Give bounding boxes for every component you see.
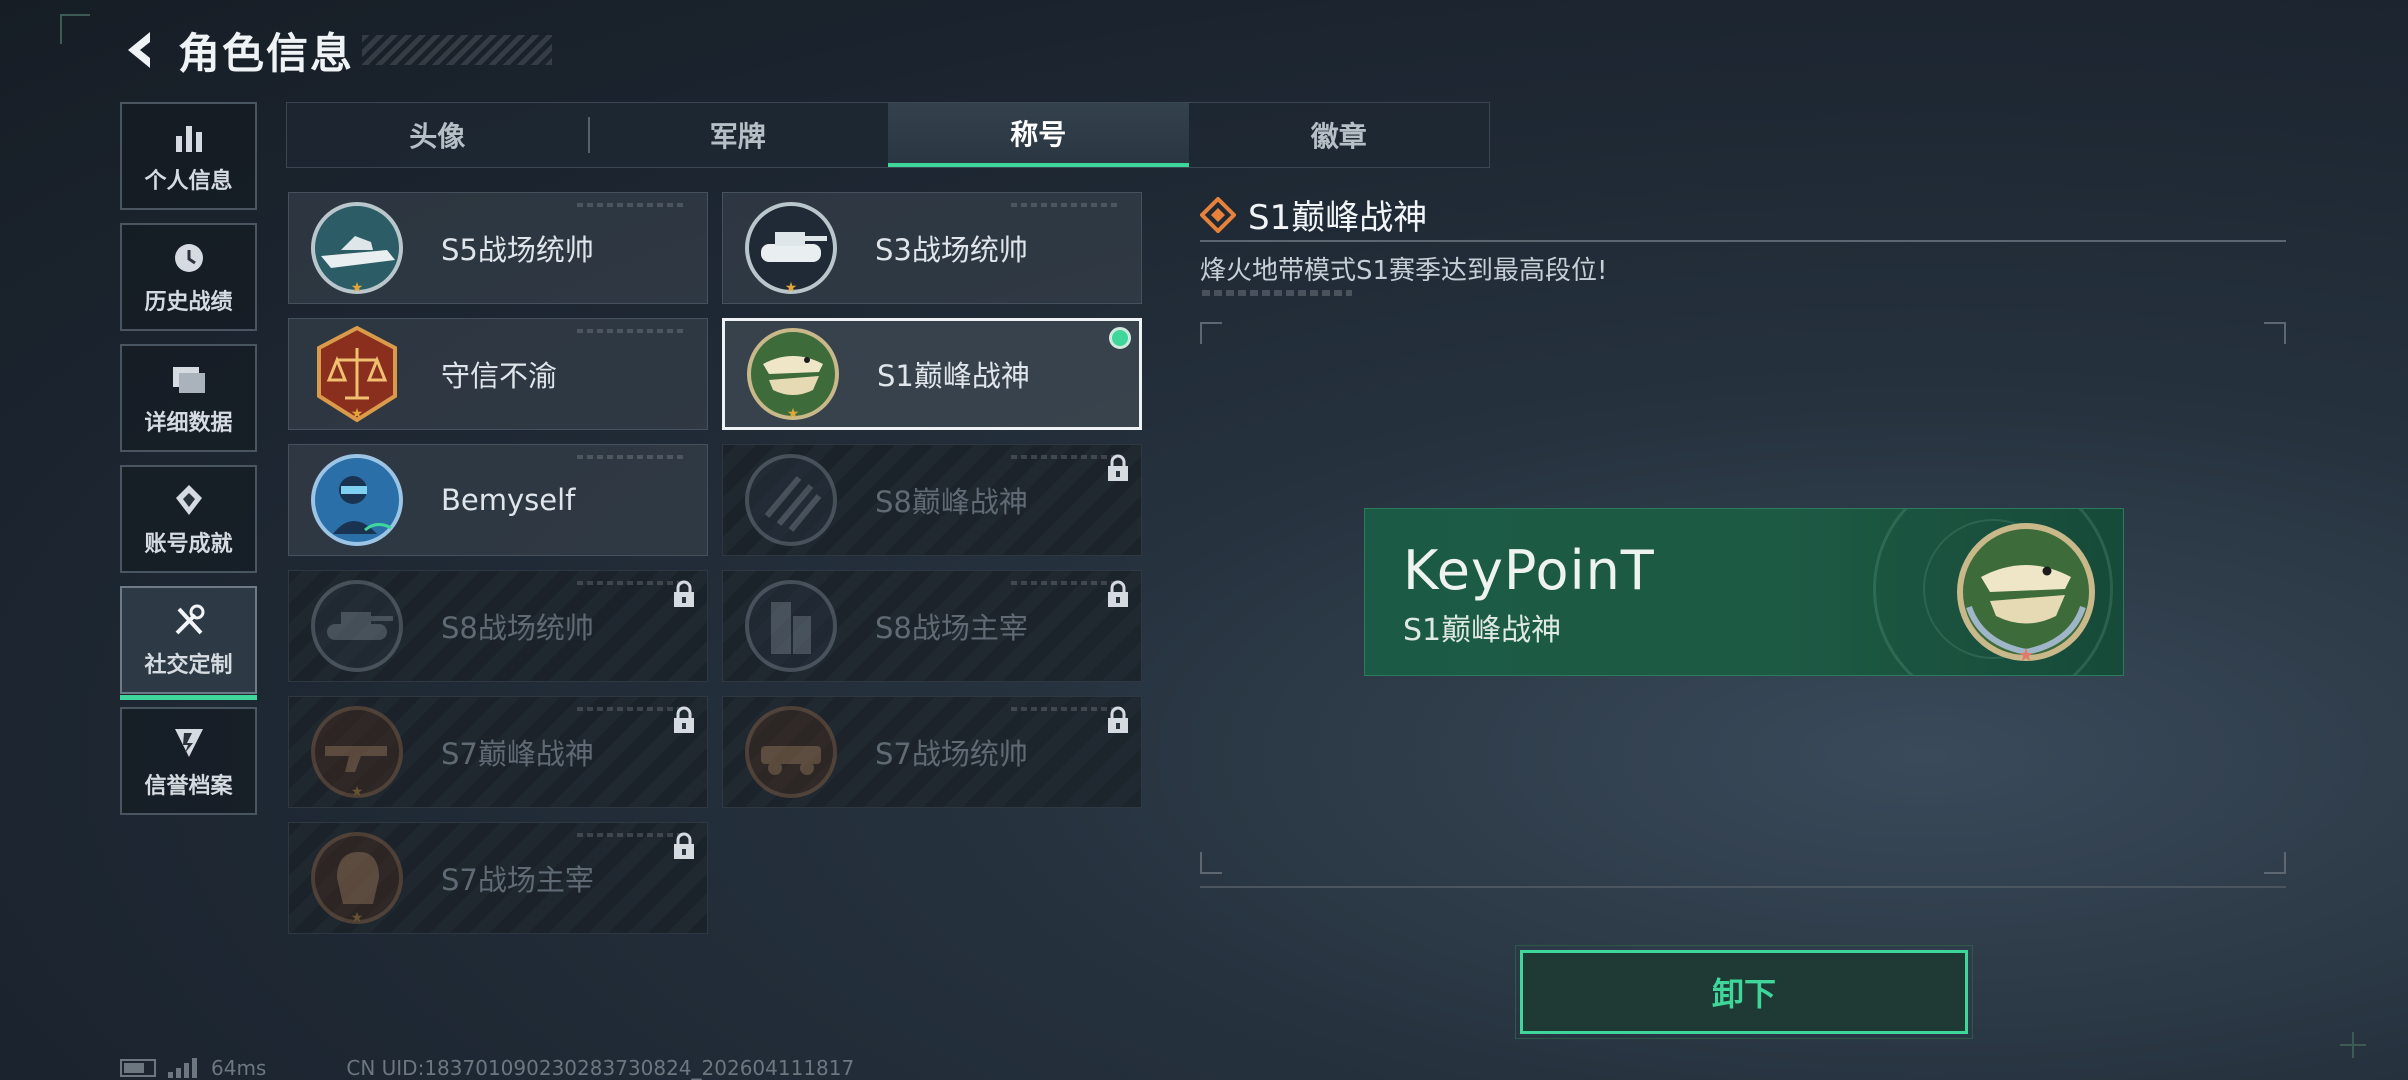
- tab-badge[interactable]: 徽章: [1189, 103, 1490, 167]
- nav-label: 社交定制: [144, 653, 233, 678]
- signal-icon: [168, 1058, 197, 1078]
- title-name: S8巅峰战神: [875, 485, 1028, 519]
- folder-icon: [169, 359, 209, 399]
- soldier-emblem-icon: [307, 450, 407, 550]
- helmet-emblem-icon: ★: [307, 828, 407, 928]
- title-card-locked[interactable]: S8战场主宰: [722, 570, 1142, 682]
- title-card-locked[interactable]: S7战场统帅: [722, 696, 1142, 808]
- title-card[interactable]: ★ 守信不渝: [288, 318, 708, 430]
- title-name: 守信不渝: [441, 359, 558, 393]
- title-description: 烽火地带模式S1赛季达到最高段位!: [1200, 256, 1608, 286]
- card-decoration: [577, 203, 687, 207]
- nav-label: 个人信息: [144, 169, 233, 194]
- crocodile-emblem-icon: ★: [743, 324, 843, 424]
- title-name: S1巅峰战神: [877, 359, 1030, 393]
- svg-text:★: ★: [2018, 645, 2034, 666]
- ping-value: 64ms: [211, 1056, 267, 1080]
- description-decoration: [1202, 290, 1352, 296]
- lock-icon: [1108, 454, 1128, 481]
- plus-decoration-icon: [2340, 1032, 2366, 1058]
- nameplate-preview: KeyPoinT S1巅峰战神 ★: [1364, 508, 2124, 676]
- tab-dogtag[interactable]: 军牌: [587, 103, 889, 167]
- stripes-emblem-icon: [741, 450, 841, 550]
- status-bar: 64ms CN UID:183701090230283730824_202604…: [120, 1056, 854, 1080]
- boat-emblem-icon: ★: [307, 198, 407, 298]
- nav-item-social[interactable]: 社交定制: [120, 586, 257, 700]
- lock-icon: [674, 832, 694, 859]
- nav-item-achievements[interactable]: 账号成就: [120, 465, 257, 573]
- frame-corner: [1200, 852, 1222, 874]
- unequip-button[interactable]: 卸下: [1515, 945, 1973, 1039]
- title-name: S3战场统帅: [875, 233, 1028, 267]
- back-arrow-icon[interactable]: [118, 26, 162, 74]
- nav-item-history[interactable]: 历史战绩: [120, 223, 257, 331]
- frame-corner: [2264, 322, 2286, 344]
- tank-emblem-icon: ★: [741, 198, 841, 298]
- title-card-locked[interactable]: ★ S7巅峰战神: [288, 696, 708, 808]
- battery-icon: [120, 1059, 156, 1077]
- title-card[interactable]: Bemyself: [288, 444, 708, 556]
- nav-label: 信誉档案: [144, 774, 233, 799]
- lock-icon: [674, 580, 694, 607]
- title-name: S7战场主宰: [441, 863, 594, 897]
- corner-decoration: [60, 14, 90, 44]
- title-name: S7巅峰战神: [441, 737, 594, 771]
- diamond-icon: [1200, 196, 1236, 233]
- frame-bottom-line: [1200, 886, 2286, 888]
- title-name: S8战场主宰: [875, 611, 1028, 645]
- tank-emblem-icon: [307, 576, 407, 676]
- equipped-indicator: [1109, 327, 1131, 349]
- title-name: S5战场统帅: [441, 233, 594, 267]
- bar-chart-icon: [169, 117, 209, 157]
- title-decoration: [362, 35, 553, 65]
- title-card[interactable]: ★ S3战场统帅: [722, 192, 1142, 304]
- title-name: S7战场统帅: [875, 737, 1028, 771]
- side-navigation: 个人信息 历史战绩 详细数据 账号成就 社交定制 信誉档案: [120, 102, 257, 828]
- title-name: S8战场统帅: [441, 611, 594, 645]
- page-header: 角色信息: [118, 20, 553, 80]
- lock-icon: [1108, 706, 1128, 733]
- nav-label: 账号成就: [144, 532, 233, 557]
- page-title: 角色信息: [178, 28, 355, 78]
- title-card[interactable]: ★ S5战场统帅: [288, 192, 708, 304]
- frame-corner: [1200, 322, 1222, 344]
- tab-avatar[interactable]: 头像: [287, 103, 588, 167]
- lock-icon: [674, 706, 694, 733]
- nav-item-details[interactable]: 详细数据: [120, 344, 257, 452]
- card-decoration: [577, 329, 687, 333]
- scales-emblem-icon: ★: [307, 324, 407, 424]
- lock-icon: [1108, 580, 1128, 607]
- card-decoration: [1011, 203, 1121, 207]
- achievement-icon: [169, 480, 209, 520]
- shield-icon: [169, 722, 209, 762]
- frame-corner: [2264, 852, 2286, 874]
- title-card-selected[interactable]: ★ S1巅峰战神: [722, 318, 1142, 430]
- nav-label: 历史战绩: [144, 290, 233, 315]
- nav-label: 详细数据: [144, 411, 233, 436]
- clock-icon: [169, 238, 209, 278]
- vehicle-emblem-icon: [741, 702, 841, 802]
- nav-item-profile[interactable]: 个人信息: [120, 102, 257, 210]
- title-name: Bemyself: [441, 483, 576, 517]
- card-decoration: [577, 455, 687, 459]
- selected-title-name: S1巅峰战神: [1248, 198, 1428, 238]
- crocodile-emblem-icon: ★: [1957, 523, 2095, 666]
- nav-item-credit[interactable]: 信誉档案: [120, 707, 257, 815]
- title-card-locked[interactable]: ★ S7战场主宰: [288, 822, 708, 934]
- gun-emblem-icon: ★: [307, 702, 407, 802]
- tools-icon: [169, 601, 209, 641]
- detail-title: S1巅峰战神: [1200, 190, 1427, 239]
- title-card-locked[interactable]: S8巅峰战神: [722, 444, 1142, 556]
- customization-tabs: 头像 军牌 称号 徽章: [286, 102, 1490, 168]
- divider: [1200, 240, 2286, 242]
- title-card-locked[interactable]: S8战场统帅: [288, 570, 708, 682]
- player-name: KeyPoinT: [1403, 539, 1655, 602]
- user-uid: CN UID:183701090230283730824_20260411181…: [346, 1056, 855, 1080]
- tab-title[interactable]: 称号: [888, 103, 1189, 167]
- building-emblem-icon: [741, 576, 841, 676]
- plate-title: S1巅峰战神: [1403, 613, 1562, 648]
